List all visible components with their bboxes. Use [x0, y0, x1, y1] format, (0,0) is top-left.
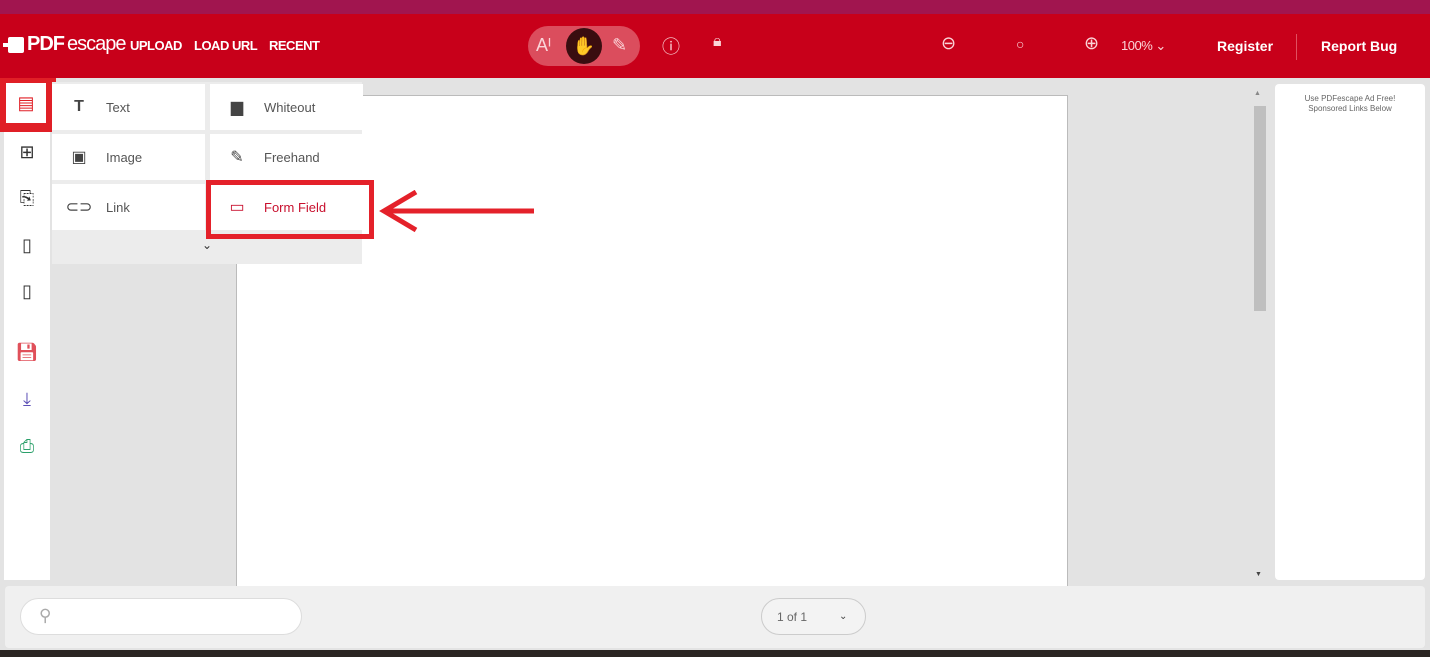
- scroll-up-icon[interactable]: ▲: [1254, 90, 1261, 97]
- app-header: PDF escape UPLOAD LOAD URL RECENT Aᴵ ✋ ✎ …: [0, 14, 1430, 78]
- logo-rest: escape: [67, 33, 126, 55]
- ad-line: Sponsored Links Below: [1308, 104, 1392, 113]
- form-field-highlight: [206, 180, 374, 239]
- pencil-icon: ✎: [230, 149, 244, 166]
- left-toolbar: ⊞ ⎘ ▯ ▯ 💾︎ ⤓ ⎙: [4, 82, 50, 580]
- info-icon[interactable]: ⓘ: [662, 33, 680, 59]
- chevron-down-icon: ⌄: [839, 611, 848, 622]
- bookmark-icon[interactable]: ▯: [4, 271, 50, 311]
- insert-tool-button[interactable]: ▤: [0, 78, 56, 132]
- page-selector[interactable]: 1 of 1 ⌄: [761, 598, 866, 635]
- whiteout-icon: ▆: [230, 99, 244, 116]
- text-select-icon[interactable]: Aᴵ: [536, 35, 551, 56]
- sidebar-toggle-icon[interactable]: ▯: [4, 225, 50, 265]
- hand-tool-icon[interactable]: ✋: [566, 28, 602, 64]
- vertical-scrollbar[interactable]: ▲ ▼: [1252, 90, 1268, 582]
- zoom-slider-handle[interactable]: ○: [1016, 36, 1024, 52]
- zoom-in-icon[interactable]: ⊕: [1084, 33, 1099, 54]
- menu-item-image[interactable]: ▣ Image: [52, 134, 205, 180]
- menu-item-freehand[interactable]: ✎ Freehand: [210, 134, 363, 180]
- menu-label: Text: [106, 99, 130, 115]
- page-tools-icon[interactable]: ⎘: [4, 178, 50, 218]
- menu-item-link[interactable]: ⊂⊃ Link: [52, 184, 205, 230]
- save-icon[interactable]: 💾︎: [4, 332, 50, 372]
- arrow-annotation-icon: [379, 190, 534, 233]
- edit-pencil-icon[interactable]: ✎: [612, 35, 627, 56]
- page-indicator: 1 of 1: [777, 609, 808, 624]
- download-icon[interactable]: ⤓: [4, 379, 50, 419]
- image-icon: ▣: [71, 149, 87, 166]
- lock-icon[interactable]: 🔒︎: [713, 33, 722, 51]
- mode-toggle-group: Aᴵ ✋ ✎: [528, 26, 640, 66]
- menu-item-text[interactable]: T Text: [52, 84, 205, 130]
- menu-label: Image: [106, 149, 143, 165]
- logo[interactable]: PDF escape: [3, 33, 126, 56]
- menu-item-whiteout[interactable]: ▆ Whiteout: [210, 84, 363, 130]
- menu-label: Link: [106, 199, 130, 215]
- divider: [1296, 34, 1297, 60]
- text-icon: T: [74, 98, 84, 115]
- document-icon: ▤: [6, 83, 46, 123]
- expand-chevron-icon[interactable]: ⌄: [202, 238, 212, 252]
- ad-line[interactable]: Use PDFescape Ad Free!: [1275, 94, 1425, 104]
- logo-brand: PDF: [27, 33, 65, 55]
- search-icon: ⚲: [39, 606, 52, 625]
- load-url-link[interactable]: LOAD URL: [194, 38, 258, 53]
- menu-label: Whiteout: [264, 99, 316, 115]
- logo-icon: [3, 36, 24, 53]
- upload-link[interactable]: UPLOAD: [130, 38, 182, 53]
- scroll-down-icon[interactable]: ▼: [1255, 571, 1262, 578]
- window-top-strip: [0, 0, 1430, 14]
- print-icon[interactable]: ⎙: [4, 426, 50, 466]
- scrollbar-thumb[interactable]: [1254, 106, 1266, 311]
- taskbar-strip: [0, 650, 1430, 657]
- insert-page-icon[interactable]: ⊞: [4, 132, 50, 172]
- zoom-out-icon[interactable]: ⊖: [941, 33, 956, 54]
- report-bug-button[interactable]: Report Bug: [1321, 38, 1397, 54]
- chevron-down-icon: ⌄: [1155, 38, 1166, 53]
- link-icon: ⊂⊃: [65, 199, 93, 216]
- register-button[interactable]: Register: [1217, 38, 1273, 54]
- recent-link[interactable]: RECENT: [269, 38, 320, 53]
- search-input[interactable]: ⚲: [20, 598, 302, 635]
- menu-label: Freehand: [264, 149, 320, 165]
- zoom-value: 100%: [1121, 38, 1153, 53]
- zoom-select[interactable]: 100% ⌄: [1121, 38, 1166, 54]
- ad-panel: Use PDFescape Ad Free! Sponsored Links Be…: [1275, 84, 1425, 580]
